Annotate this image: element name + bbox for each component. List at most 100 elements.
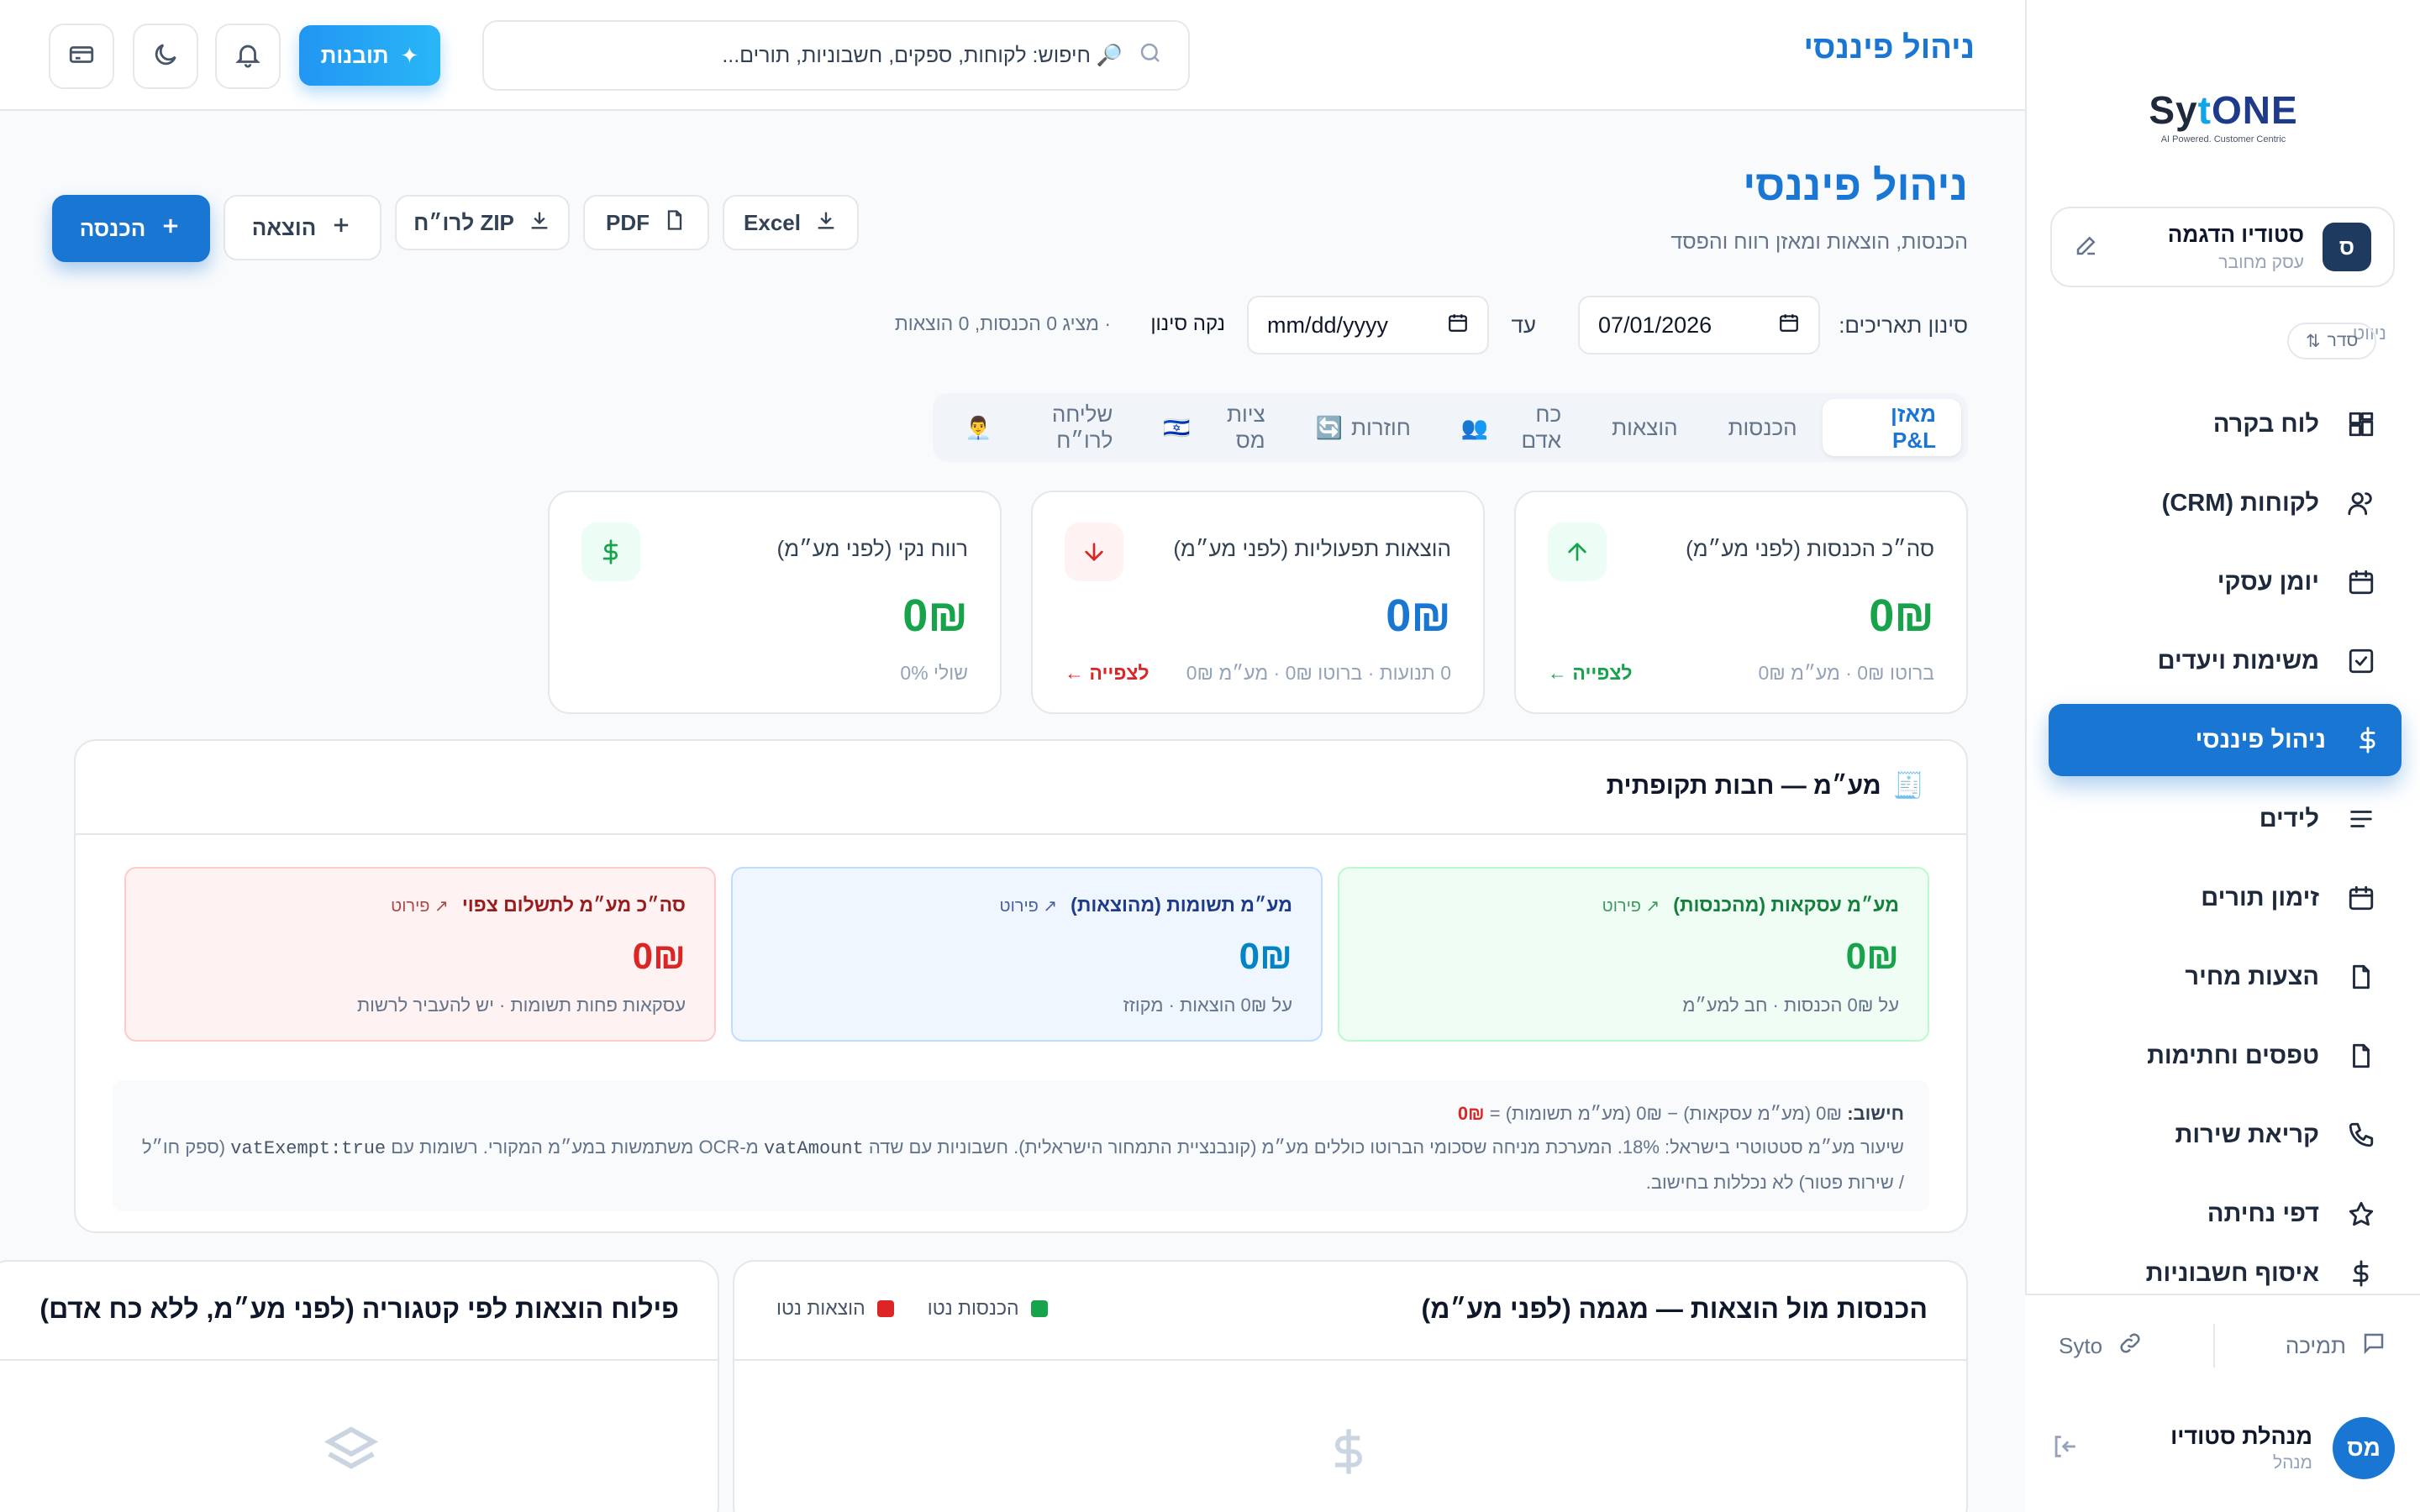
sidebar-item-label: איסוף חשבוניות (2145, 1259, 2319, 1287)
add-expense-button[interactable]: הוצאה (224, 195, 381, 260)
tab-emoji-icon: 👥 (1460, 414, 1489, 440)
billing-button[interactable] (49, 24, 114, 89)
chart-title: הכנסות מול הוצאות — מגמה (לפני מע״מ) (1421, 1294, 1928, 1324)
divider (76, 833, 1966, 835)
date-filter: סינון תאריכים: 07/01/2026 עד mm/dd/yyyy … (0, 296, 1968, 354)
filter-summary: · מציג 0 הכנסות, 0 הוצאות (894, 312, 1111, 334)
ai-insights-button[interactable]: ✦ תובנות (299, 25, 440, 86)
details-link[interactable]: ↗ פירוט (391, 895, 449, 916)
sidebar-item-6[interactable]: זימון תורים (2049, 862, 2395, 934)
tab-4[interactable]: חוזרות 🔄 (1291, 399, 1436, 456)
kpi-card[interactable]: סה״כ הכנסות (לפני מע״מ) 0₪ ברוטו 0₪ · מע״מ… (1514, 491, 1968, 714)
vat-title: מע״מ — חבות תקופתית (1606, 771, 1881, 800)
vat-box-title: מע״מ תשומות (מהוצאות) (1071, 894, 1292, 916)
details-link[interactable]: ↗ פירוט (1602, 895, 1660, 916)
sidebar-item-1[interactable]: לקוחות (CRM) (2049, 467, 2395, 539)
vat-box-title: סה״כ מע״מ לתשלום צפוי (461, 894, 686, 916)
chart-legend: הכנסות נטו הוצאות נטו (776, 1297, 1048, 1320)
vat-box-subtitle: עסקאות פחות תשומות · יש להעביר לרשות (356, 995, 686, 1016)
user-profile[interactable]: מס מנהלת סטודיו מנהל (2050, 1406, 2395, 1490)
bell-icon (234, 40, 262, 73)
date-filter-label: סינון תאריכים: (1839, 312, 1968, 338)
details-link[interactable]: ↗ פירוט (1000, 895, 1058, 916)
date-from-input[interactable]: 07/01/2026 (1578, 296, 1820, 354)
tab-3[interactable]: כח אדם 👥 (1436, 399, 1586, 456)
tab-0[interactable]: מאזן P&L (1822, 399, 1961, 456)
tab-5[interactable]: ציות מס 🇮🇱 (1138, 399, 1290, 456)
chat-icon (2361, 1331, 2386, 1362)
tab-6[interactable]: שליחה לרו״ח 👨‍💼 (939, 399, 1138, 456)
vat-box-title: מע״מ עסקאות (מהכנסות) (1673, 894, 1899, 916)
sidebar-item-label: טפסים וחתימות (2147, 1042, 2319, 1069)
kpi-value: 0₪ (1386, 591, 1451, 641)
dollar-icon (581, 522, 640, 581)
edit-icon[interactable] (2074, 233, 2099, 262)
notifications-button[interactable] (215, 24, 281, 89)
view-link[interactable]: לצפייה ← (1065, 662, 1150, 685)
user-name: מנהלת סטודיו (2170, 1423, 2312, 1449)
file-icon (663, 208, 687, 238)
calc-label: חישוב: (1847, 1103, 1904, 1124)
link-icon (2118, 1331, 2143, 1362)
sidebar-item-3[interactable]: משימות ויעדים (2049, 625, 2395, 697)
sidebar-item-2[interactable]: יומן עסקי (2049, 546, 2395, 618)
sort-button[interactable]: סדר ⇅ (2287, 323, 2377, 360)
sort-icon: ⇅ (2306, 331, 2321, 351)
sidebar-item-11[interactable]: איסוף חשבוניות (2049, 1257, 2395, 1290)
search-placeholder: 🔎 חיפוש: לקוחות, ספקים, חשבוניות, תורים.… (722, 43, 1123, 67)
tab-2[interactable]: הוצאות (1586, 399, 1702, 456)
kpi-card[interactable]: הוצאות תפעוליות (לפני מע״מ) 0₪ 0 תנועות · … (1031, 491, 1485, 714)
sidebar-item-5[interactable]: לידים (2049, 783, 2395, 855)
main-content: ניהול פיננסי הכנסות, הוצאות ומאזן רווח ו… (0, 113, 2025, 1512)
search-input[interactable]: 🔎 חיפוש: לקוחות, ספקים, חשבוניות, תורים.… (482, 20, 1190, 91)
vat-box-subtitle: על 0₪ הכנסות · חב למע״מ (1682, 995, 1899, 1016)
kpi-value: 0₪ (902, 591, 968, 641)
plus-icon (159, 214, 182, 244)
sidebar-item-8[interactable]: טפסים וחתימות (2049, 1020, 2395, 1092)
sidebar-item-0[interactable]: לוח בקרה (2049, 388, 2395, 460)
sidebar-item-7[interactable]: הצעות מחיר (2049, 941, 2395, 1013)
sidebar-item-label: דפי נחיתה (2207, 1200, 2319, 1227)
date-to-input[interactable]: mm/dd/yyyy (1247, 296, 1489, 354)
sparkle-icon: ✦ (400, 42, 419, 68)
sidebar-item-4[interactable]: ניהול פיננסי (2049, 704, 2402, 776)
logout-icon[interactable] (2050, 1432, 2079, 1465)
export-excel-button[interactable]: Excel (723, 195, 859, 250)
dollar-icon (1315, 1418, 1382, 1485)
kpi-card[interactable]: רווח נקי (לפני מע״מ) 0₪ שולי 0% (548, 491, 1002, 714)
add-income-button[interactable]: הכנסה (52, 195, 210, 262)
tab-1[interactable]: הכנסות (1703, 399, 1823, 456)
legend-income: הכנסות נטו (928, 1297, 1048, 1320)
credit-card-icon (67, 40, 96, 73)
expense-category-chart: פילוח הוצאות לפי קטגוריה (לפני מע״מ, ללא… (0, 1260, 719, 1512)
sidebar-item-10[interactable]: דפי נחיתה (2049, 1178, 2395, 1250)
kpi-cards: סה״כ הכנסות (לפני מע״מ) 0₪ ברוטו 0₪ · מע״מ… (548, 491, 1968, 714)
star-icon (2346, 1199, 2376, 1229)
brand-logo[interactable]: SytONE AI Powered. Customer Centric (2027, 87, 2420, 144)
view-link[interactable]: לצפייה ← (1548, 662, 1633, 685)
business-switcher[interactable]: ס סטודיו הדגמה עסק מחובר (2050, 207, 2395, 287)
syto-link-button[interactable]: Syto (2059, 1331, 2143, 1362)
vat-box-subtitle: על 0₪ הוצאות · מקוזז (1123, 995, 1292, 1016)
export-pdf-button[interactable]: PDF (583, 195, 709, 250)
sidebar-item-label: לקוחות (CRM) (2161, 489, 2319, 517)
support-button[interactable]: תמיכה (2286, 1331, 2386, 1362)
export-zip-button[interactable]: ZIP לרו״ח (395, 195, 570, 250)
calendar-icon (1778, 312, 1800, 339)
chart-title: פילוח הוצאות לפי קטגוריה (לפני מע״מ, ללא… (39, 1294, 679, 1324)
sidebar-nav: לוח בקרה לקוחות (CRM) יומן עסקי משימות ויעד… (2025, 388, 2420, 1297)
dashboard-icon (2346, 409, 2376, 439)
sidebar: SytONE AI Powered. Customer Centric ס סט… (2025, 0, 2420, 1512)
theme-toggle-button[interactable] (133, 24, 198, 89)
divider (2212, 1324, 2215, 1368)
clear-filter-button[interactable]: נקה סינון (1150, 312, 1225, 336)
sidebar-item-9[interactable]: קריאת שירות (2049, 1099, 2395, 1171)
kpi-title: סה״כ הכנסות (לפני מע״מ) (1686, 536, 1934, 561)
tab-emoji-icon: 🔄 (1315, 414, 1344, 440)
business-avatar: ס (2323, 223, 2371, 271)
divider (0, 1359, 718, 1361)
vat-card: 🧾 מע״מ — חבות תקופתית מע״מ עסקאות (מהכנס… (74, 739, 1968, 1233)
brand-tagline: AI Powered. Customer Centric (2160, 134, 2286, 144)
kpi-title: הוצאות תפעוליות (לפני מע״מ) (1173, 536, 1451, 561)
tab-emoji-icon: 🇮🇱 (1163, 414, 1191, 440)
